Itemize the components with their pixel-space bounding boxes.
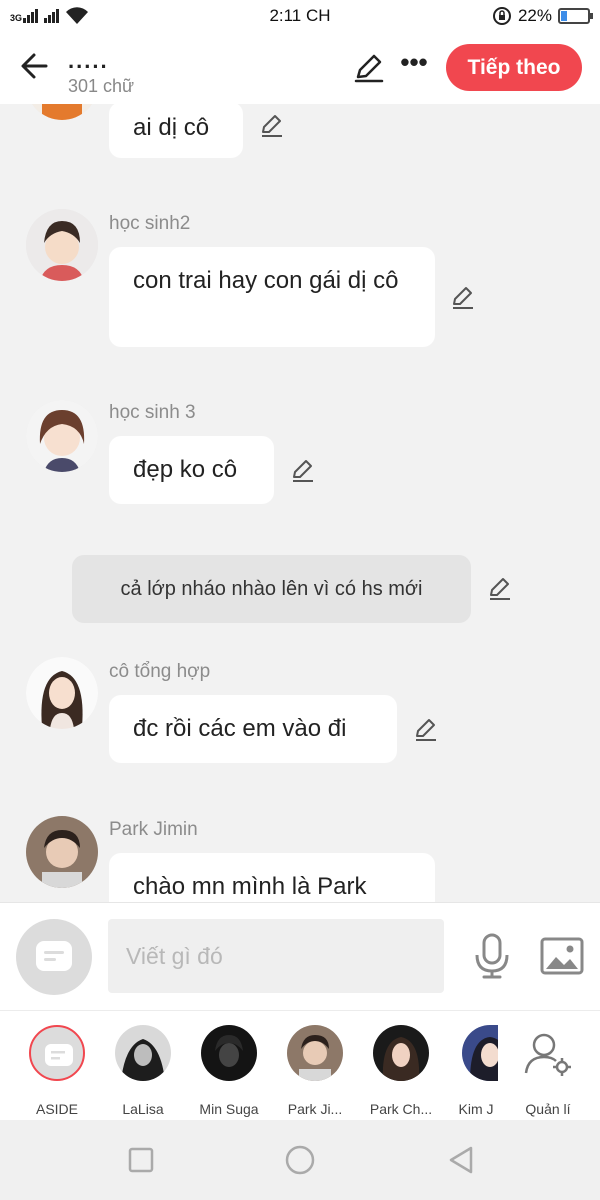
story-title[interactable]: ..... [68,48,109,74]
avatar[interactable] [26,816,98,888]
manage-label: Quản lí [525,1101,571,1117]
avatar[interactable] [26,209,98,281]
avatar[interactable] [26,400,98,472]
manage-characters-button[interactable]: Quản lí [503,1023,593,1119]
sender-name: học sinh2 [109,213,191,234]
character-name: LaLisa [122,1101,164,1117]
signal-icon-2 [44,9,60,23]
rotation-lock-icon [492,7,511,25]
manage-user-icon [524,1033,571,1076]
character-name: Min Suga [199,1101,259,1117]
message-text: đẹp ko cô [133,456,238,483]
avatar [201,1025,257,1081]
message-bubble[interactable]: đc rồi các em vào đi [109,695,397,763]
chat-area[interactable]: ai dị cô học sinh2 con trai hay con gái … [0,104,600,902]
pencil-icon[interactable] [290,457,316,483]
character-name: Park Ji... [287,1101,343,1117]
avatar[interactable] [26,104,98,120]
home-icon[interactable] [282,1142,318,1178]
system-nav-bar [0,1120,600,1200]
network-type: 3G [10,13,23,23]
narrator-toggle-button[interactable] [16,919,92,995]
image-icon[interactable] [540,937,584,975]
back-arrow-icon[interactable] [16,46,56,86]
chat-bubble-icon [36,941,72,971]
recent-apps-icon[interactable] [123,1142,159,1178]
chat-bubble-icon [29,1025,85,1081]
avatar [287,1025,343,1081]
character-lalisa[interactable]: LaLisa [98,1023,188,1119]
message-input[interactable] [108,919,444,993]
battery-percent: 22% [517,6,552,25]
message-bubble[interactable]: con trai hay con gái dị cô [109,247,435,347]
narration-bubble[interactable]: cả lớp nháo nhào lên vì có hs mới [72,555,471,623]
character-name: Kim J [458,1101,494,1117]
signal-icon: 3G [10,9,39,23]
character-kim-j[interactable]: Kim J [432,1023,498,1119]
input-bar [0,902,600,1010]
avatar [115,1025,171,1081]
avatar[interactable] [26,657,98,729]
message-bubble[interactable]: ai dị cô [109,104,243,158]
narration-text: cả lớp nháo nhào lên vì có hs mới [120,578,423,600]
microphone-icon[interactable] [472,933,512,979]
character-bar: ASIDE LaLisa Min Suga Park Ji... Park Ch… [0,1010,600,1120]
character-min-suga[interactable]: Min Suga [184,1023,274,1119]
next-button[interactable]: Tiếp theo [446,44,582,91]
wifi-icon [66,7,89,24]
sender-name: cô tổng hợp [109,661,211,682]
pencil-icon[interactable] [259,112,285,138]
pencil-icon[interactable] [352,50,386,84]
pencil-icon[interactable] [450,284,476,310]
pencil-icon[interactable] [487,575,513,601]
battery-icon [558,8,593,24]
character-park-jimin[interactable]: Park Ji... [270,1023,360,1119]
status-bar: 3G 2:11 CH 22% [0,0,600,32]
character-aside[interactable]: ASIDE [12,1023,102,1119]
word-count: 301 chữ [68,76,135,96]
message-text: con trai hay con gái dị cô [133,267,399,294]
battery-fill [561,11,567,21]
pencil-icon[interactable] [413,716,439,742]
message-bubble[interactable]: đẹp ko cô [109,436,274,504]
more-icon[interactable]: ••• [398,49,430,82]
message-bubble[interactable]: chào mn mình là Park [109,853,435,902]
sender-name: Park Jimin [109,819,198,840]
avatar [373,1025,429,1081]
header: ..... 301 chữ ••• Tiếp theo [0,32,600,104]
message-text: ai dị cô [133,114,210,141]
message-text: đc rồi các em vào đi [133,715,347,742]
sender-name: học sinh 3 [109,402,196,423]
avatar [462,1025,498,1081]
message-text: chào mn mình là Park [133,873,367,900]
back-triangle-icon[interactable] [443,1142,479,1178]
character-name: ASIDE [35,1101,78,1117]
